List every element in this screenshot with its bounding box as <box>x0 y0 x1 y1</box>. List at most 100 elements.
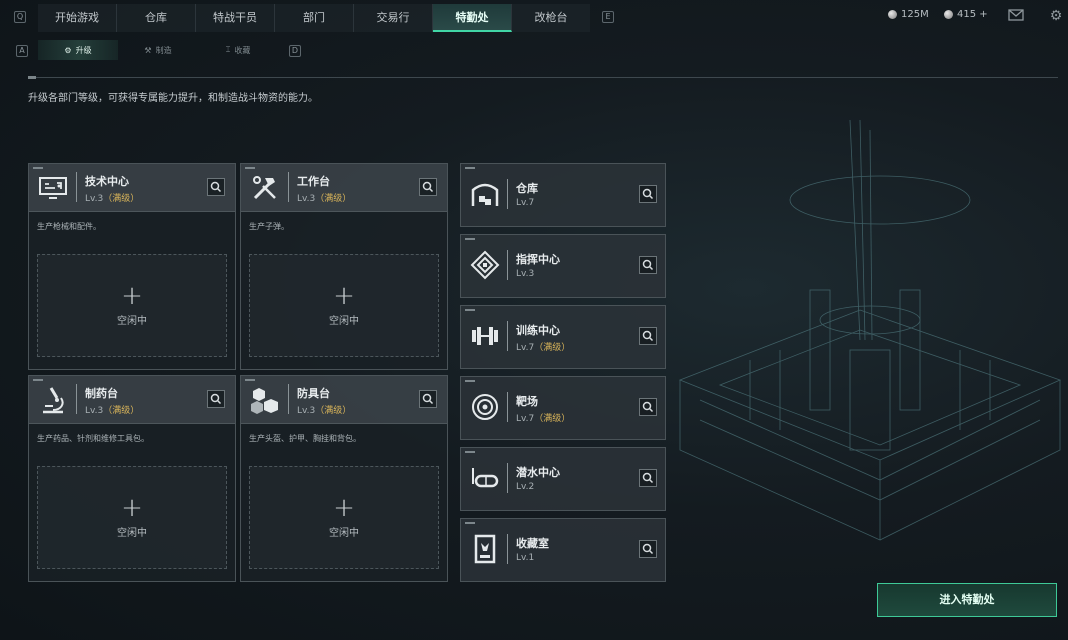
max-level-badge: （满级） <box>534 343 571 353</box>
item-level: Lv.7（满级） <box>516 411 570 424</box>
search-icon[interactable] <box>639 185 657 203</box>
prev-tab-key-hint[interactable]: Q <box>14 11 26 23</box>
plus-icon: + <box>121 281 143 311</box>
tab-special-ops[interactable]: 特勤处 <box>433 4 512 32</box>
warehouse-icon <box>471 183 499 206</box>
item-separator <box>507 321 508 351</box>
item-title: 仓库 <box>516 182 538 195</box>
main-tabs: 开始游戏 仓库 特战干员 部门 交易行 特勤处 改枪台 <box>38 4 590 32</box>
tech-center-icon <box>39 177 67 199</box>
card-title: 防具台 <box>297 387 330 400</box>
subtab-upgrade-label: 升级 <box>75 45 92 55</box>
dept-card-workbench[interactable]: 工作台 Lv.3（满级） 生产子弹。 + 空闲中 <box>240 163 448 370</box>
card-description: 生产枪械和配件。 <box>37 222 101 231</box>
search-icon[interactable] <box>419 178 437 196</box>
search-icon[interactable] <box>207 390 225 408</box>
subtab-collection[interactable]: ⌶ 收藏 <box>198 40 278 60</box>
currency-secondary-value: 415 + <box>957 9 988 20</box>
dept-card-tech-center[interactable]: 技术中心 Lv.3（满级） 生产枪械和配件。 + 空闲中 <box>28 163 236 370</box>
production-slot[interactable]: + 空闲中 <box>249 466 439 569</box>
currency-secondary[interactable]: 415 + <box>944 9 988 20</box>
card-header: 工作台 Lv.3（满级） <box>241 164 447 212</box>
currency-primary: 125M <box>888 9 929 20</box>
tab-warehouse[interactable]: 仓库 <box>117 4 196 32</box>
item-level: Lv.3 <box>516 269 534 279</box>
card-level: Lv.3（满级） <box>85 191 139 204</box>
card-separator <box>76 384 77 414</box>
subtab-upgrade[interactable]: ⚙ 升级 <box>38 40 118 60</box>
dept-item-training-center[interactable]: 训练中心 Lv.7（满级） <box>460 305 666 369</box>
level-value: Lv.7 <box>516 414 535 424</box>
item-corner-mark <box>465 238 475 240</box>
next-subtab-key-hint[interactable]: D <box>289 45 301 57</box>
max-level-badge: （满级） <box>103 406 140 416</box>
next-tab-key-hint[interactable]: E <box>602 11 614 23</box>
item-title: 靶场 <box>516 395 538 408</box>
tab-gunsmith[interactable]: 改枪台 <box>512 4 590 32</box>
slot-status: 空闲中 <box>329 316 359 327</box>
card-corner-mark <box>245 379 255 381</box>
card-title: 制药台 <box>85 387 118 400</box>
card-title: 技术中心 <box>85 175 129 188</box>
search-icon[interactable] <box>419 390 437 408</box>
slot-status: 空闲中 <box>117 528 147 539</box>
level-value: Lv.7 <box>516 343 535 353</box>
dept-item-shooting-range[interactable]: 靶场 Lv.7（满级） <box>460 376 666 440</box>
plus-icon: + <box>333 493 355 523</box>
section-divider <box>28 77 1058 78</box>
facility-hologram-background <box>678 120 1062 541</box>
item-separator <box>507 463 508 493</box>
dept-item-warehouse[interactable]: 仓库 Lv.7 <box>460 163 666 227</box>
card-description: 生产药品、针剂和维修工具包。 <box>37 434 149 443</box>
dept-card-armor-bench[interactable]: 防具台 Lv.3（满级） 生产头盔、护甲、胸挂和背包。 + 空闲中 <box>240 375 448 582</box>
item-level: Lv.7 <box>516 198 534 208</box>
prev-subtab-key-hint[interactable]: A <box>16 45 28 57</box>
item-level: Lv.1 <box>516 553 534 563</box>
settings-gear-icon[interactable]: ⚙ <box>1048 8 1064 24</box>
level-value: Lv.3 <box>297 194 316 204</box>
max-level-badge: （满级） <box>534 414 571 424</box>
max-level-badge: （满级） <box>315 406 352 416</box>
dept-item-diving-center[interactable]: 潜水中心 Lv.2 <box>460 447 666 511</box>
dept-card-pharmacy[interactable]: 制药台 Lv.3（满级） 生产药品、针剂和维修工具包。 + 空闲中 <box>28 375 236 582</box>
search-icon[interactable] <box>639 256 657 274</box>
card-level: Lv.3（满级） <box>85 403 139 416</box>
craft-icon: ⚒ <box>144 45 152 55</box>
tab-start-game[interactable]: 开始游戏 <box>38 4 117 32</box>
command-chip-icon <box>470 250 500 280</box>
level-value: Lv.3 <box>85 406 104 416</box>
item-corner-mark <box>465 309 475 311</box>
enter-special-ops-button[interactable]: 进入特勤处 <box>877 583 1057 617</box>
mail-icon[interactable] <box>1008 8 1024 24</box>
search-icon[interactable] <box>639 327 657 345</box>
production-slot[interactable]: + 空闲中 <box>249 254 439 357</box>
collection-icon: ⌶ <box>225 45 231 54</box>
production-slot[interactable]: + 空闲中 <box>37 466 227 569</box>
card-corner-mark <box>33 167 43 169</box>
page-description: 升级各部门等级，可获得专属能力提升，和制造战斗物资的能力。 <box>28 93 318 104</box>
dept-item-collection-room[interactable]: 收藏室 Lv.1 <box>460 518 666 582</box>
search-icon[interactable] <box>639 469 657 487</box>
card-level: Lv.3（满级） <box>297 403 351 416</box>
production-slot[interactable]: + 空闲中 <box>37 254 227 357</box>
search-icon[interactable] <box>639 398 657 416</box>
card-level: Lv.3（满级） <box>297 191 351 204</box>
item-level: Lv.2 <box>516 482 534 492</box>
card-corner-mark <box>33 379 43 381</box>
subtab-craft[interactable]: ⚒ 制造 <box>118 40 198 60</box>
tab-departments[interactable]: 部门 <box>275 4 354 32</box>
level-value: Lv.3 <box>297 406 316 416</box>
card-header: 技术中心 Lv.3（满级） <box>29 164 235 212</box>
search-icon[interactable] <box>639 540 657 558</box>
level-value: Lv.3 <box>516 269 535 279</box>
search-icon[interactable] <box>207 178 225 196</box>
coin-icon <box>944 10 953 19</box>
tab-trading[interactable]: 交易行 <box>354 4 433 32</box>
item-title: 潜水中心 <box>516 466 560 479</box>
currency-primary-value: 125M <box>901 9 929 20</box>
card-separator <box>76 172 77 202</box>
dept-item-command-center[interactable]: 指挥中心 Lv.3 <box>460 234 666 298</box>
card-corner-mark <box>245 167 255 169</box>
section-divider-mark <box>28 76 36 79</box>
tab-operators[interactable]: 特战干员 <box>196 4 275 32</box>
